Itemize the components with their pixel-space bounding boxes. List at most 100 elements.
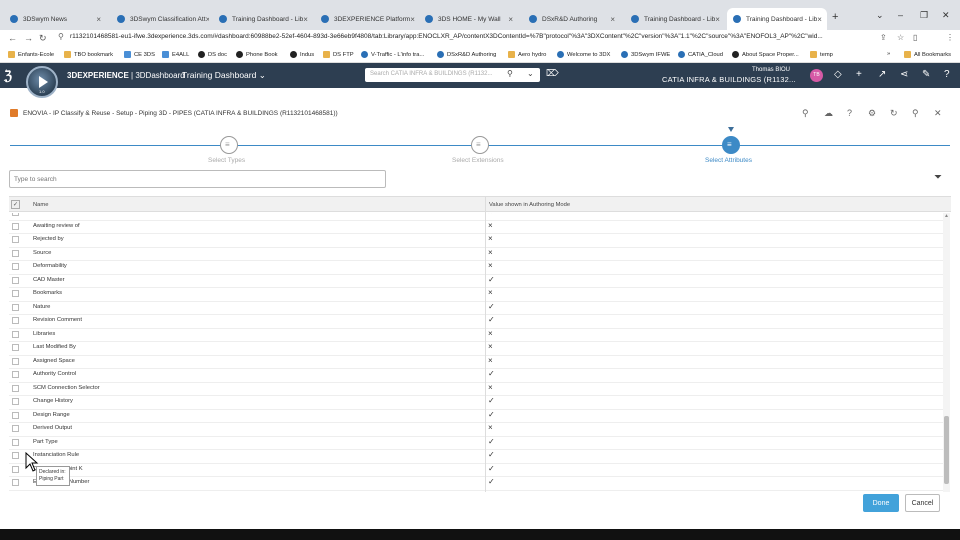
check-icon[interactable]: ✓ bbox=[488, 396, 495, 405]
close-icon[interactable]: × bbox=[610, 15, 615, 24]
close-icon[interactable]: × bbox=[303, 15, 308, 24]
reload-icon[interactable]: ↻ bbox=[39, 33, 47, 44]
row-checkbox[interactable] bbox=[12, 357, 19, 365]
table-row[interactable]: Change History ✓ bbox=[9, 396, 943, 410]
check-icon[interactable]: ✓ bbox=[488, 477, 495, 486]
table-row[interactable]: Bookmarks × bbox=[9, 288, 943, 302]
site-info-icon[interactable]: ⚲ bbox=[58, 32, 64, 41]
check-icon[interactable]: ✓ bbox=[488, 315, 495, 324]
check-icon[interactable]: ✓ bbox=[488, 275, 495, 284]
table-row[interactable]: Source × bbox=[9, 248, 943, 261]
browser-tab[interactable]: 3DSwym News × bbox=[4, 8, 107, 30]
bookmark-item[interactable]: temp bbox=[810, 51, 833, 58]
step-select-extensions[interactable]: ≡ bbox=[471, 136, 489, 154]
done-button[interactable]: Done bbox=[863, 494, 899, 512]
row-checkbox[interactable] bbox=[12, 344, 19, 351]
row-checkbox[interactable] bbox=[12, 222, 19, 230]
scroll-up-icon[interactable]: ▲ bbox=[944, 213, 949, 219]
table-row[interactable]: Authority Control ✓ bbox=[9, 369, 943, 383]
row-checkbox[interactable] bbox=[12, 384, 19, 392]
minimize-icon[interactable]: – bbox=[898, 10, 903, 20]
row-checkbox[interactable] bbox=[12, 411, 19, 419]
tab-search-icon[interactable]: ⌄ bbox=[876, 10, 884, 21]
table-row[interactable]: Instanciation Rule ✓ bbox=[9, 450, 943, 464]
row-checkbox[interactable] bbox=[12, 290, 19, 297]
row-checkbox[interactable] bbox=[12, 465, 19, 473]
browser-tab[interactable]: 3DS HOME - My Wall × bbox=[419, 8, 519, 30]
table-row[interactable]: Libraries × bbox=[9, 329, 943, 342]
row-checkbox[interactable] bbox=[12, 213, 19, 216]
table-row[interactable]: Content Structure × bbox=[9, 213, 943, 221]
bookmark-item[interactable]: Enfants-Ecole bbox=[8, 51, 54, 58]
table-row[interactable]: Derived Output × bbox=[9, 423, 943, 437]
column-divider[interactable] bbox=[485, 197, 486, 213]
close-icon[interactable]: × bbox=[508, 15, 513, 24]
browser-tab[interactable]: Training Dashboard - Lib × bbox=[213, 8, 311, 30]
social-share-icon[interactable]: ⋖ bbox=[900, 69, 908, 80]
bookmark-item[interactable]: Phone Book bbox=[236, 51, 278, 58]
browser-tab[interactable]: 3DEXPERIENCE Platform × bbox=[315, 8, 415, 30]
search-icon[interactable]: ⚲ bbox=[507, 69, 513, 78]
cross-icon[interactable]: × bbox=[488, 342, 493, 351]
row-checkbox[interactable] bbox=[12, 303, 19, 311]
column-header-value[interactable]: Value shown in Authoring Mode bbox=[489, 202, 570, 208]
bookmark-item[interactable]: CATIA_Cloud bbox=[678, 51, 723, 58]
search-icon[interactable]: ⚲ bbox=[802, 108, 809, 119]
add-icon[interactable]: + bbox=[856, 69, 862, 80]
bookmark-item[interactable]: V-Traffic - L'info tra... bbox=[361, 51, 424, 58]
check-icon[interactable]: ✓ bbox=[488, 369, 495, 378]
bookmark-item[interactable]: DS doc bbox=[198, 51, 227, 58]
bookmark-item[interactable]: 3DSwym IFWE bbox=[621, 51, 670, 58]
table-row[interactable]: Element Item Number✓ bbox=[9, 477, 943, 491]
refresh-icon[interactable]: ↻ bbox=[890, 108, 898, 119]
cloud-icon[interactable]: ☁ bbox=[824, 108, 833, 119]
close-icon[interactable]: × bbox=[410, 15, 415, 24]
table-row[interactable]: Declared in Point K✓ bbox=[9, 464, 943, 477]
tag-icon[interactable]: ⌦ bbox=[546, 68, 559, 79]
table-row[interactable]: Part Type ✓ bbox=[9, 437, 943, 450]
dashboard-title[interactable]: Training Dashboard ⌄ bbox=[182, 70, 266, 81]
browser-tab[interactable]: 3DSwym Classification Att × bbox=[111, 8, 209, 30]
close-icon[interactable]: × bbox=[817, 15, 822, 24]
close-icon[interactable]: × bbox=[715, 15, 720, 24]
window-close-icon[interactable]: ✕ bbox=[942, 10, 950, 21]
filter-icon[interactable]: ⏷ bbox=[934, 172, 942, 183]
table-row[interactable]: Assigned Space × bbox=[9, 356, 943, 369]
table-row[interactable]: CAD Master ✓ bbox=[9, 275, 943, 288]
close-icon[interactable]: × bbox=[206, 15, 210, 24]
row-checkbox[interactable] bbox=[12, 371, 19, 378]
new-tab-icon[interactable]: + bbox=[832, 11, 838, 23]
bookmark-item[interactable]: Indus bbox=[290, 51, 314, 58]
bookmarks-overflow-icon[interactable]: » bbox=[887, 51, 890, 57]
bookmark-item[interactable]: CE 3DS bbox=[124, 51, 155, 58]
row-checkbox[interactable] bbox=[12, 452, 19, 459]
table-row[interactable]: Deformability × bbox=[9, 261, 943, 275]
url-field[interactable]: r1132101468581-eu1-ifwe.3dexperience.3ds… bbox=[70, 33, 870, 40]
select-all-checkbox[interactable]: ✓ bbox=[11, 200, 20, 209]
table-row[interactable]: Revision Comment ✓ bbox=[9, 315, 943, 329]
cross-icon[interactable]: × bbox=[488, 261, 493, 270]
bookmark-item[interactable]: TBO bookmark bbox=[64, 51, 113, 58]
close-icon[interactable]: × bbox=[96, 15, 101, 24]
side-panel-icon[interactable]: ▯ bbox=[913, 33, 917, 42]
row-checkbox[interactable] bbox=[12, 398, 19, 405]
browser-tab-active[interactable]: Training Dashboard - Lib × bbox=[727, 8, 827, 30]
check-icon[interactable]: ✓ bbox=[488, 464, 495, 473]
chevron-down-icon[interactable]: ⌄ bbox=[527, 69, 534, 78]
row-checkbox[interactable] bbox=[12, 330, 19, 338]
browser-tab[interactable]: Training Dashboard - Lib × bbox=[625, 8, 723, 30]
bookmark-item[interactable]: Welcome to 3DX bbox=[557, 51, 610, 58]
share-icon[interactable]: ↗ bbox=[878, 69, 886, 80]
table-scrollbar[interactable]: ▲ bbox=[943, 213, 950, 492]
row-checkbox[interactable] bbox=[12, 425, 19, 432]
cross-icon[interactable]: × bbox=[488, 288, 493, 297]
check-icon[interactable]: ✓ bbox=[488, 302, 495, 311]
tenant-selector[interactable]: CATIA INFRA & BUILDINGS (R1132... bbox=[662, 75, 796, 84]
cross-icon[interactable]: × bbox=[488, 234, 493, 243]
cross-icon[interactable]: × bbox=[488, 221, 493, 230]
step-select-attributes[interactable]: ≡ bbox=[722, 136, 740, 154]
scrollbar-thumb[interactable] bbox=[944, 416, 949, 484]
all-bookmarks[interactable]: All Bookmarks bbox=[904, 51, 951, 58]
check-icon[interactable]: ✓ bbox=[488, 450, 495, 459]
row-checkbox[interactable] bbox=[12, 479, 19, 486]
